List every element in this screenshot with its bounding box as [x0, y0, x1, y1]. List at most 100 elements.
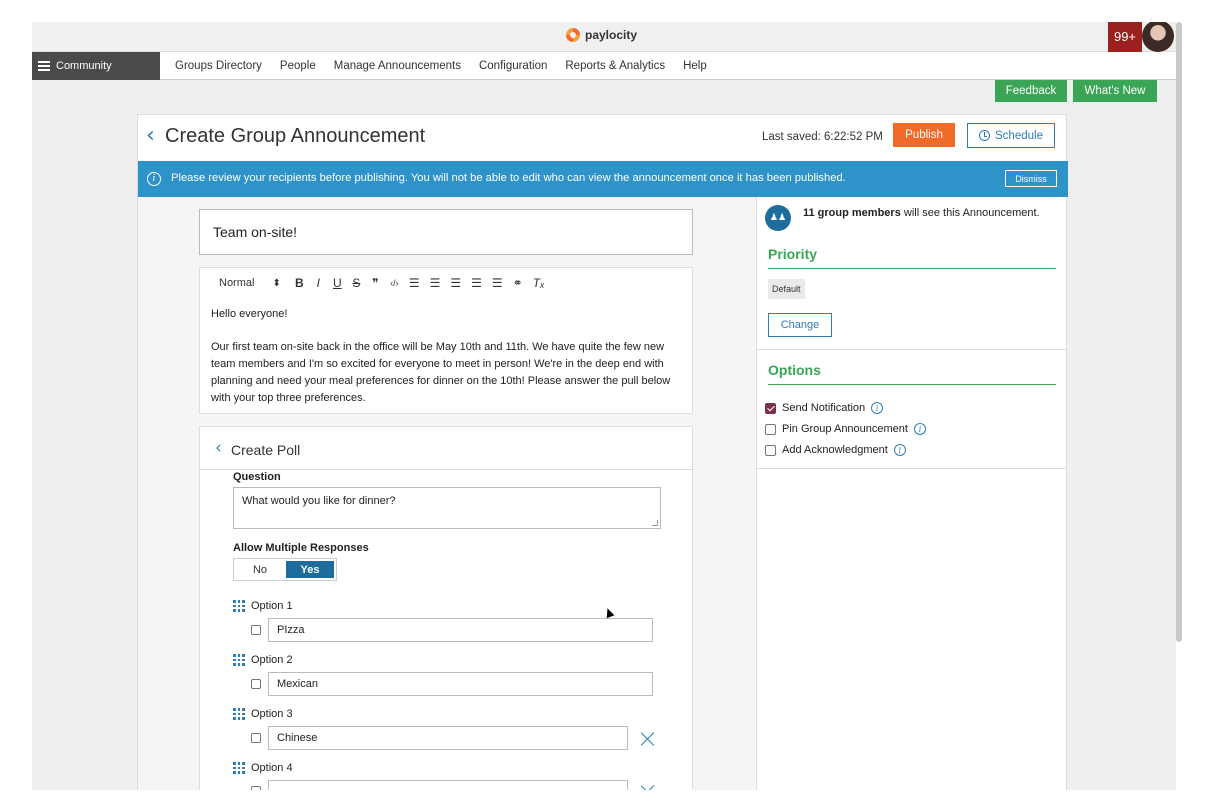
multiple-responses-toggle[interactable]: No Yes [233, 558, 337, 581]
nav-groups-directory[interactable]: Groups Directory [175, 60, 262, 72]
group-members-icon[interactable]: ♟♟ [765, 205, 791, 231]
recipient-warning-banner: i Please review your recipients before p… [138, 161, 1068, 197]
paylocity-logo[interactable]: paylocity [566, 28, 637, 42]
drag-handle-icon[interactable] [233, 654, 245, 666]
strikethrough-icon[interactable]: S [352, 276, 361, 290]
format-select[interactable]: Normal [219, 277, 254, 289]
quote-icon[interactable]: ❞ [371, 276, 380, 290]
editor-toolbar: Normal ⬍ B I U S ❞ ‹/› ☰ ☰ ☰ ☰ ☰ ⚭ Tₓ [200, 268, 694, 298]
underline-icon[interactable]: U [333, 276, 342, 290]
info-icon[interactable]: i [871, 402, 884, 414]
drag-handle-icon[interactable] [233, 762, 245, 774]
pin-announcement-checkbox[interactable] [765, 423, 776, 435]
clear-format-icon[interactable]: Tₓ [533, 276, 545, 290]
option-label: Option 2 [251, 654, 293, 666]
option-label: Option 4 [251, 762, 293, 774]
multiple-responses-label: Allow Multiple Responses [233, 542, 369, 554]
send-notification-checkbox[interactable] [765, 402, 776, 414]
hamburger-icon [38, 61, 50, 71]
poll-back-chevron-icon[interactable]: ‹ [215, 438, 222, 458]
settings-sidebar: ♟♟ 11 group members will see this Announ… [756, 197, 1067, 790]
community-menu-button[interactable]: Community [32, 52, 160, 80]
ordered-list-icon[interactable]: ☰ [409, 276, 420, 290]
nav-help[interactable]: Help [683, 60, 707, 72]
app-window: paylocity 99+ Community Groups Directory… [32, 22, 1176, 790]
remove-option-icon[interactable] [640, 731, 656, 747]
section-divider [757, 468, 1067, 469]
option-input[interactable]: PIzza [268, 618, 653, 642]
feedback-button[interactable]: Feedback [995, 80, 1067, 102]
drag-handle-icon[interactable] [233, 600, 245, 612]
drag-handle-icon[interactable] [233, 708, 245, 720]
bullet-list-icon[interactable]: ☰ [430, 276, 441, 290]
editor-paragraph: Our first team on-site back in the offic… [211, 341, 671, 404]
outdent-icon[interactable]: ☰ [471, 276, 482, 290]
members-text: 11 group members will see this Announcem… [803, 207, 1040, 219]
nav-reports-analytics[interactable]: Reports & Analytics [565, 60, 665, 72]
clock-icon [979, 130, 991, 141]
bold-icon[interactable]: B [295, 276, 304, 290]
publish-button[interactable]: Publish [893, 123, 955, 147]
nav-links: Groups Directory People Manage Announcem… [175, 52, 707, 80]
add-acknowledgment-checkbox[interactable] [765, 444, 776, 456]
info-icon: i [147, 172, 161, 186]
rich-text-editor: Normal ⬍ B I U S ❞ ‹/› ☰ ☰ ☰ ☰ ☰ ⚭ Tₓ He… [199, 267, 693, 414]
format-select-chevron-icon[interactable]: ⬍ [272, 278, 280, 289]
option-checkbox[interactable] [251, 733, 261, 743]
page-title: Create Group Announcement [165, 125, 426, 147]
info-icon[interactable]: i [893, 444, 906, 456]
priority-underline [768, 268, 1056, 269]
change-priority-button[interactable]: Change [768, 313, 832, 337]
nav-configuration[interactable]: Configuration [479, 60, 547, 72]
announcement-card: ‹ Create Group Announcement Last saved: … [137, 114, 1068, 790]
remove-option-icon[interactable] [640, 784, 656, 790]
align-icon[interactable]: ☰ [450, 276, 461, 290]
whats-new-button[interactable]: What's New [1073, 80, 1157, 102]
logo-mark-icon [566, 28, 580, 42]
option-input[interactable]: Mexican [268, 672, 653, 696]
main-nav: Community Groups Directory People Manage… [32, 52, 1176, 80]
top-bar: paylocity 99+ [32, 22, 1176, 52]
info-icon[interactable]: i [913, 423, 926, 435]
page-scrollbar[interactable] [1176, 22, 1182, 642]
add-acknowledgment-option[interactable]: Add Acknowledgment i [765, 444, 906, 456]
send-notification-option[interactable]: Send Notification i [765, 402, 884, 414]
schedule-button[interactable]: Schedule [967, 123, 1055, 148]
question-textarea[interactable]: What would you like for dinner? [233, 487, 661, 529]
options-heading: Options [768, 362, 821, 378]
question-value: What would you like for dinner? [242, 495, 396, 507]
option-input[interactable] [268, 780, 628, 790]
members-suffix: will see this Announcement. [900, 207, 1040, 219]
card-header: ‹ Create Group Announcement Last saved: … [138, 115, 1066, 161]
poll-header: ‹ Create Poll [200, 427, 694, 470]
option-input[interactable]: Chinese [268, 726, 628, 750]
pin-announcement-label: Pin Group Announcement [782, 423, 908, 435]
editor-body[interactable]: Hello everyone! Our first team on-site b… [211, 306, 685, 423]
link-icon[interactable]: ⚭ [513, 276, 523, 290]
option-label: Option 3 [251, 708, 293, 720]
option-label-row: Option 1 [233, 600, 293, 612]
pin-announcement-option[interactable]: Pin Group Announcement i [765, 423, 926, 435]
back-chevron-icon[interactable]: ‹ [146, 125, 155, 147]
editor-paragraph: Hello everyone! [211, 308, 288, 320]
dismiss-button[interactable]: Dismiss [1005, 170, 1057, 187]
options-underline [768, 384, 1056, 385]
toggle-no-option[interactable]: No [234, 559, 286, 580]
option-checkbox[interactable] [251, 786, 261, 790]
announcement-title-input[interactable]: Team on-site! [199, 209, 693, 255]
nav-people[interactable]: People [280, 60, 316, 72]
italic-icon[interactable]: I [314, 276, 323, 290]
option-checkbox[interactable] [251, 625, 261, 635]
avatar[interactable] [1142, 22, 1174, 52]
logo-text: paylocity [585, 28, 638, 42]
indent-icon[interactable]: ☰ [492, 276, 503, 290]
option-label-row: Option 2 [233, 654, 293, 666]
code-icon[interactable]: ‹/› [390, 278, 399, 288]
section-divider [757, 349, 1067, 350]
toggle-yes-option[interactable]: Yes [286, 561, 334, 578]
resize-grip-icon[interactable] [652, 520, 658, 526]
banner-text: Please review your recipients before pub… [171, 172, 846, 184]
notification-badge[interactable]: 99+ [1108, 22, 1142, 52]
nav-manage-announcements[interactable]: Manage Announcements [334, 60, 461, 72]
option-checkbox[interactable] [251, 679, 261, 689]
